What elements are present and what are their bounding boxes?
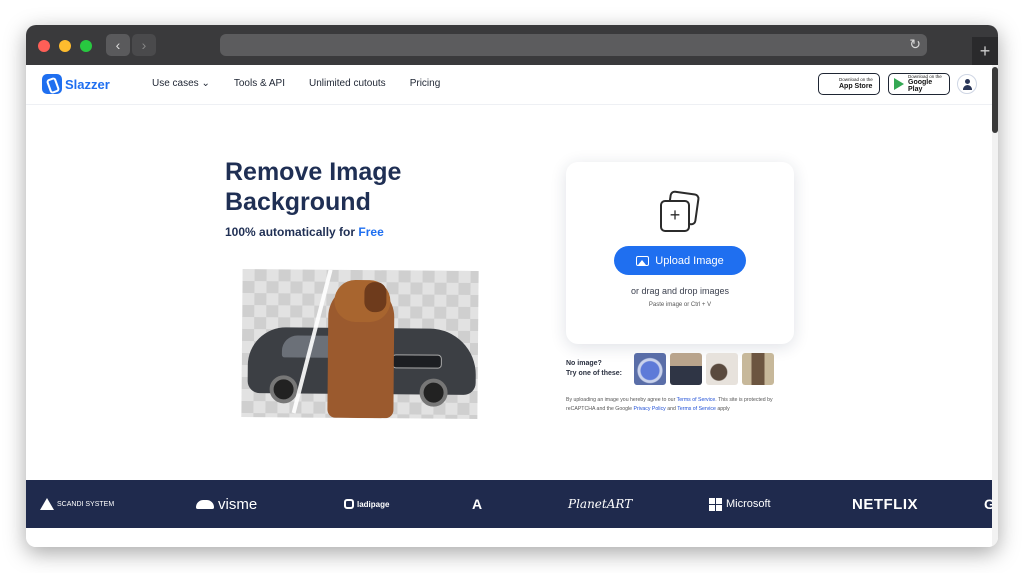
brand-label: PlanetART — [568, 497, 633, 511]
main-menu: Use cases ⌄ Tools & API Unlimited cutout… — [152, 78, 440, 89]
brand-label: A — [472, 496, 483, 512]
ladipage-logo-icon — [344, 499, 354, 509]
scrollbar-thumb[interactable] — [992, 67, 998, 133]
web-page: Slazzer Use cases ⌄ Tools & API Unlimite… — [26, 65, 998, 547]
demo-car-wheel — [269, 375, 298, 404]
brand-label: SCANDI SYSTEM — [57, 500, 115, 508]
menu-item-tools-api[interactable]: Tools & API — [234, 78, 285, 89]
chevron-right-icon: › — [141, 37, 147, 53]
sample-image-shoes[interactable] — [706, 353, 738, 385]
drag-drop-text: or drag and drop images — [630, 286, 730, 296]
scandi-logo-icon — [40, 498, 54, 510]
close-window-button[interactable] — [38, 40, 50, 52]
brand-planetart: PlanetART — [568, 480, 632, 528]
brand-label: visme — [218, 495, 258, 513]
brand-label: Microsoft — [726, 498, 771, 510]
demo-dog-ear — [364, 282, 387, 313]
brand-visme: visme — [196, 480, 257, 528]
sample-label-line2: Try one of these: — [566, 370, 623, 377]
paste-hint-text: Paste image or Ctrl + V — [648, 302, 712, 308]
sample-label-line1: No image? — [566, 360, 602, 367]
upload-dropzone[interactable]: + Upload Image or drag and drop images P… — [566, 162, 794, 344]
google-play-big-text: Google Play — [908, 79, 933, 94]
sample-image-product[interactable] — [742, 353, 774, 385]
hero-subtitle: 100% automatically for Free — [225, 225, 384, 239]
google-play-icon — [894, 78, 904, 90]
forward-button[interactable]: › — [132, 34, 156, 56]
site-logo[interactable]: Slazzer — [42, 74, 110, 94]
demo-car-grill — [391, 354, 442, 369]
logo-text: Slazzer — [65, 76, 110, 92]
privacy-policy-link[interactable]: Privacy Policy — [633, 406, 665, 412]
sample-images-label: No image? Try one of these: — [566, 359, 632, 379]
add-images-icon: + — [658, 190, 702, 234]
hero-subtitle-text: 100% automatically for — [225, 225, 359, 239]
terms-text: and — [665, 406, 678, 413]
address-bar[interactable]: ↻ — [220, 34, 927, 56]
visme-logo-icon — [196, 499, 214, 509]
upload-image-button[interactable]: Upload Image — [614, 246, 746, 275]
terms-notice: By uploading an image you hereby agree t… — [566, 396, 800, 415]
app-store-badge[interactable]: Download on the App Store — [818, 73, 880, 95]
minimize-window-button[interactable] — [59, 40, 71, 52]
brand-label: NETFLIX — [852, 495, 918, 513]
google-play-badge[interactable]: Download on the Google Play — [888, 73, 950, 95]
demo-car-wheel — [419, 378, 448, 407]
hero-subtitle-highlight: Free — [358, 225, 384, 239]
reload-icon[interactable]: ↻ — [909, 36, 921, 53]
image-icon — [636, 255, 650, 266]
page-scrollbar[interactable] — [992, 65, 998, 547]
slazzer-logo-icon — [42, 74, 62, 94]
menu-item-use-cases[interactable]: Use cases ⌄ — [152, 78, 210, 89]
new-tab-button[interactable]: + — [972, 37, 998, 65]
terms-text: By uploading an image you hereby agree t… — [566, 397, 677, 403]
browser-titlebar: ‹ › ↻ + — [26, 25, 998, 65]
maximize-window-button[interactable] — [80, 40, 92, 52]
brand-microsoft: Microsoft — [709, 480, 771, 528]
sample-images — [634, 353, 774, 385]
plus-icon: + — [660, 200, 690, 232]
plus-icon: + — [979, 41, 991, 61]
brand-label: ladipage — [357, 499, 390, 509]
brand-netflix: NETFLIX — [852, 480, 918, 528]
terms-of-service-link[interactable]: Terms of Service — [677, 397, 716, 403]
hero-title: Remove Image Background — [225, 158, 402, 216]
google-terms-link[interactable]: Terms of Service — [677, 406, 716, 412]
sample-image-person[interactable] — [670, 353, 702, 385]
demo-image — [241, 268, 479, 420]
site-navbar: Slazzer Use cases ⌄ Tools & API Unlimite… — [26, 65, 992, 105]
chevron-left-icon: ‹ — [115, 37, 121, 53]
browser-window: ‹ › ↻ + Slazzer Use cases ⌄ Tools & API … — [26, 25, 998, 547]
brand-scandi-system: SCANDI SYSTEM — [40, 480, 114, 528]
menu-item-unlimited-cutouts[interactable]: Unlimited cutouts — [309, 78, 386, 89]
app-store-big-text: App Store — [839, 82, 873, 90]
client-logos-band: SCANDI SYSTEM visme ladipage A PlanetART… — [26, 480, 995, 528]
menu-item-pricing[interactable]: Pricing — [410, 78, 441, 89]
microsoft-logo-icon — [709, 497, 722, 511]
sample-image-watch[interactable] — [634, 353, 666, 385]
brand-arrow-logo: A — [472, 480, 482, 528]
brand-ladipage: ladipage — [344, 480, 389, 528]
terms-text: apply — [715, 406, 730, 413]
back-button[interactable]: ‹ — [106, 34, 130, 56]
user-account-icon[interactable] — [957, 74, 977, 94]
upload-button-label: Upload Image — [655, 254, 724, 267]
